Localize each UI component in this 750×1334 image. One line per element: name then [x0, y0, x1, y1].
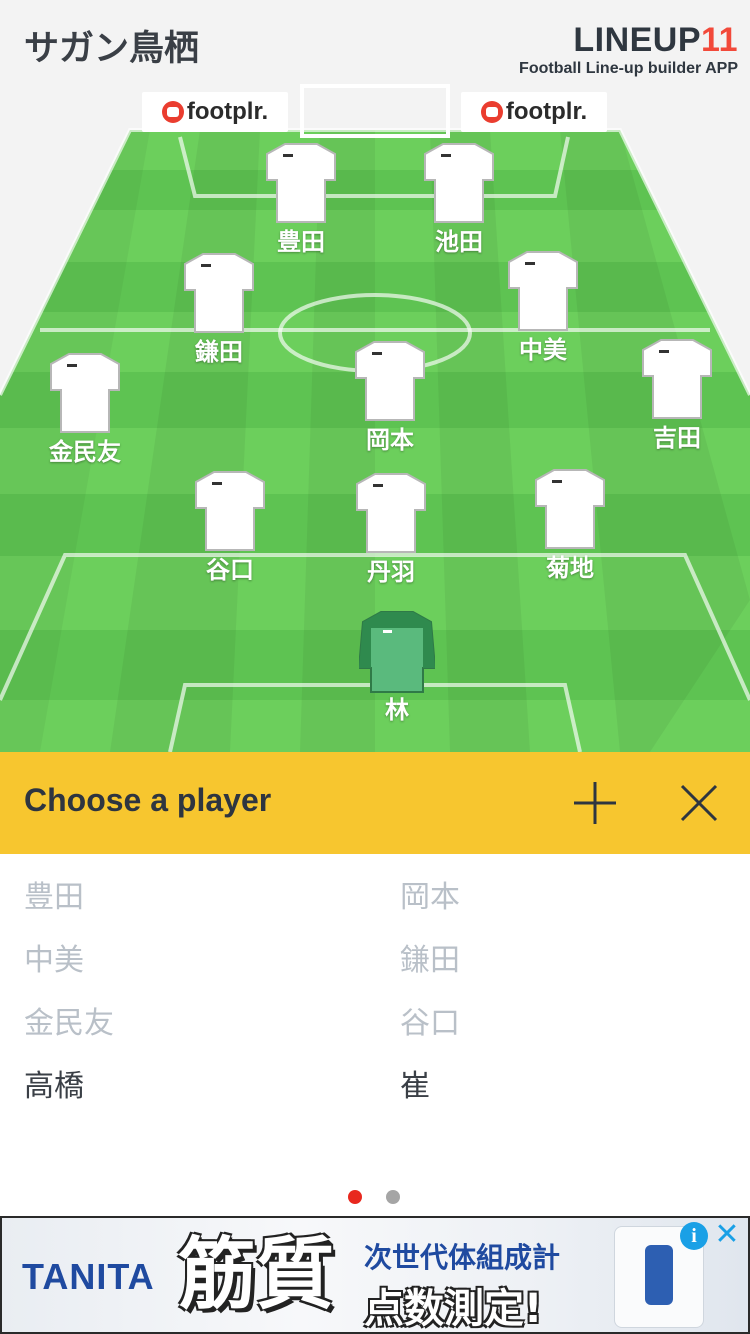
ad-subline-large: 点数測定! [364, 1286, 543, 1332]
shirt-icon [356, 473, 426, 553]
shirt-icon [535, 469, 605, 549]
ad-subline: 次世代体組成計 [364, 1241, 561, 1274]
player-token[interactable]: 谷口 [185, 468, 275, 584]
sponsor-badge-left[interactable]: footplr. [142, 92, 288, 132]
player-name: 池田 [435, 228, 483, 256]
player-token[interactable]: 金民友 [40, 350, 130, 466]
player-name: 鎌田 [195, 338, 243, 366]
footplr-logo-icon [161, 101, 184, 123]
player-list-item[interactable]: 崔 [400, 1069, 430, 1105]
player-list-item: 谷口 [400, 1006, 460, 1041]
player-list-item: 豊田 [24, 880, 84, 915]
ad-banner[interactable]: TANITA 筋質 次世代体組成計 点数測定! i ✕ [0, 1216, 750, 1334]
plus-icon[interactable] [570, 778, 620, 828]
player-token[interactable]: 丹羽 [346, 470, 436, 586]
sponsor-name: footplr. [505, 98, 588, 125]
player-name: 金民友 [49, 438, 121, 466]
ad-brand: TANITA [22, 1256, 155, 1297]
brand-logo-text: LINEUP [573, 21, 702, 59]
player-token[interactable]: 菊地 [525, 466, 615, 582]
sponsor-name: footplr. [186, 98, 269, 125]
player-list-item[interactable]: 高橋 [24, 1069, 84, 1105]
player-token[interactable]: 岡本 [345, 338, 435, 454]
player-token[interactable]: 吉田 [632, 336, 722, 452]
choose-player-bar: Choose a player [0, 752, 750, 854]
info-icon[interactable]: i [680, 1222, 708, 1250]
shirt-icon [195, 471, 265, 551]
app-header: サガン鳥栖 LINEUP11 Football Line-up builder … [0, 0, 750, 86]
player-name: 中美 [519, 336, 567, 364]
ad-headline: 筋質 [178, 1229, 335, 1320]
player-name: 谷口 [206, 556, 254, 584]
goalkeeper-shirt-icon [359, 611, 435, 693]
player-token[interactable]: 中美 [498, 248, 588, 364]
player-name: 吉田 [653, 424, 701, 452]
shirt-icon [508, 251, 578, 331]
player-list: 豊田 岡本 中美 鎌田 金民友 谷口 高橋 崔 [0, 854, 750, 1216]
shirt-icon [184, 253, 254, 333]
team-name[interactable]: サガン鳥栖 [24, 20, 199, 71]
footplr-logo-icon [480, 101, 503, 123]
choose-player-title: Choose a player [24, 782, 272, 818]
brand-tagline: Football Line-up builder APP [519, 60, 738, 77]
page-dot-active[interactable] [348, 1190, 362, 1204]
close-icon[interactable] [674, 778, 724, 828]
player-token[interactable]: 鎌田 [174, 250, 264, 366]
player-list-item: 中美 [24, 943, 84, 978]
player-name: 岡本 [366, 426, 414, 454]
player-name: 菊地 [546, 554, 594, 582]
shirt-icon [642, 339, 712, 419]
player-list-item: 岡本 [400, 880, 460, 915]
page-indicator[interactable] [0, 1190, 750, 1204]
player-name: 丹羽 [367, 558, 415, 586]
goalkeeper-token[interactable]: 林 [352, 608, 442, 724]
brand-logo-number: 11 [701, 21, 738, 59]
player-list-item: 鎌田 [400, 943, 460, 978]
shirt-icon [355, 341, 425, 421]
player-name: 豊田 [277, 228, 325, 256]
lineup11-logo: LINEUP11 Football Line-up builder APP [519, 22, 738, 78]
shirt-icon [266, 143, 336, 223]
player-token[interactable]: 池田 [414, 140, 504, 256]
player-list-item: 金民友 [24, 1006, 114, 1041]
shirt-icon [424, 143, 494, 223]
shirt-icon [50, 353, 120, 433]
player-name: 林 [385, 696, 409, 724]
close-icon[interactable]: ✕ [712, 1220, 742, 1250]
player-token[interactable]: 豊田 [256, 140, 346, 256]
sponsor-badge-right[interactable]: footplr. [461, 92, 607, 132]
page-dot[interactable] [386, 1190, 400, 1204]
